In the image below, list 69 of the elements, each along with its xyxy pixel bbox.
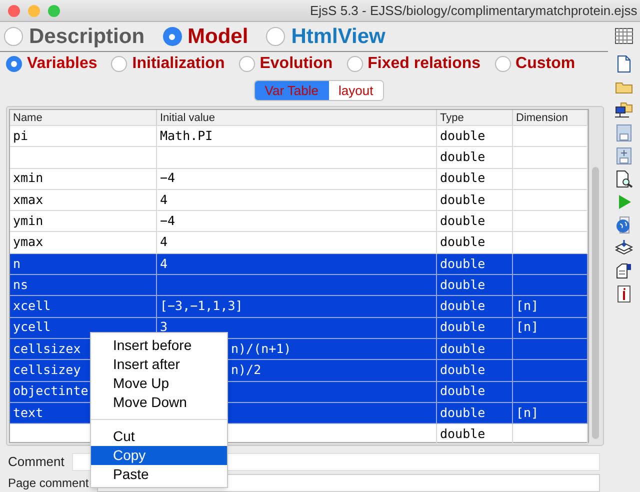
search-document-icon[interactable] (615, 170, 633, 188)
radio-button[interactable] (6, 56, 22, 72)
section-tab[interactable]: Fixed relations (368, 52, 481, 76)
properties-icon[interactable] (615, 262, 633, 280)
radio-button[interactable] (494, 56, 511, 72)
table-cell: −4 (157, 211, 437, 232)
table-cell: double (437, 190, 513, 212)
mode-tab[interactable]: Description (29, 20, 145, 52)
save-as-icon[interactable] (615, 147, 633, 165)
menu-item[interactable]: Paste (91, 465, 227, 484)
column-header[interactable]: Name (10, 110, 157, 125)
table-cell: 4 (157, 190, 437, 212)
table-cell: n (10, 254, 157, 276)
maximize-icon[interactable] (48, 4, 60, 16)
window-title: EjsS 5.3 - EJSS/biology/complimentarymatchprotein.ejss (310, 2, 638, 20)
table-cell: double (437, 402, 513, 424)
table-cell: double (437, 126, 513, 148)
save-icon[interactable] (615, 124, 633, 142)
network-folder-icon[interactable] (615, 101, 633, 119)
table-cell: ns (10, 275, 157, 296)
table-cell: double (437, 254, 513, 276)
radio-button[interactable] (162, 27, 182, 46)
table-cell: [n] (513, 402, 588, 424)
table-cell: double (437, 338, 513, 360)
scrollbar-thumb[interactable] (592, 167, 598, 439)
table-cell: double (437, 147, 513, 169)
table-cell: xmax (10, 190, 157, 212)
table-cell: double (437, 211, 513, 232)
table-cell: 4 (157, 254, 437, 276)
section-tab[interactable]: Variables (27, 52, 98, 76)
menu-item[interactable]: Cut (91, 427, 227, 446)
comment-label: Comment (8, 453, 64, 471)
column-header[interactable]: Dimension (513, 110, 588, 125)
table-cell: xcell (10, 296, 157, 318)
column-header[interactable]: Initial value (157, 110, 437, 125)
radio-button[interactable] (266, 27, 286, 46)
table-cell: [n] (513, 296, 588, 318)
table-cell: double (437, 318, 513, 339)
table-cell: double (437, 275, 513, 296)
table-cell: [n] (513, 318, 588, 339)
section-tab[interactable]: Initialization (132, 52, 225, 76)
radio-button[interactable] (111, 56, 128, 72)
column-header[interactable]: Type (437, 110, 513, 125)
table-cell: ymin (10, 211, 157, 232)
radio-button[interactable] (4, 27, 23, 46)
radio-button[interactable] (238, 56, 255, 72)
table-cell: Math.PI (157, 126, 437, 148)
table-cell: −4 (157, 168, 437, 190)
radio-button[interactable] (346, 56, 363, 72)
page-comment-label: Page comment (8, 475, 89, 492)
mode-tab[interactable]: HtmlView (291, 20, 386, 52)
view-tab[interactable]: layout (328, 81, 384, 100)
table-cell: double (437, 296, 513, 318)
table-cell: double (437, 168, 513, 190)
mode-tab[interactable]: Model (188, 20, 248, 52)
new-document-icon[interactable] (615, 55, 633, 73)
table-cell: double (437, 360, 513, 382)
stack-icon[interactable] (615, 239, 633, 257)
table-cell: double (437, 424, 513, 446)
section-tab[interactable]: Custom (516, 52, 576, 76)
menu-item[interactable]: Copy (91, 446, 227, 465)
table-cell: pi (10, 126, 157, 148)
section-tab[interactable]: Evolution (260, 52, 333, 76)
info-icon[interactable] (615, 285, 633, 303)
table-cell: xmin (10, 168, 157, 190)
table-icon[interactable] (615, 28, 633, 44)
table-cell: double (437, 382, 513, 403)
table-cell: [−3,−1,1,3] (157, 296, 437, 318)
close-icon[interactable] (8, 4, 20, 16)
